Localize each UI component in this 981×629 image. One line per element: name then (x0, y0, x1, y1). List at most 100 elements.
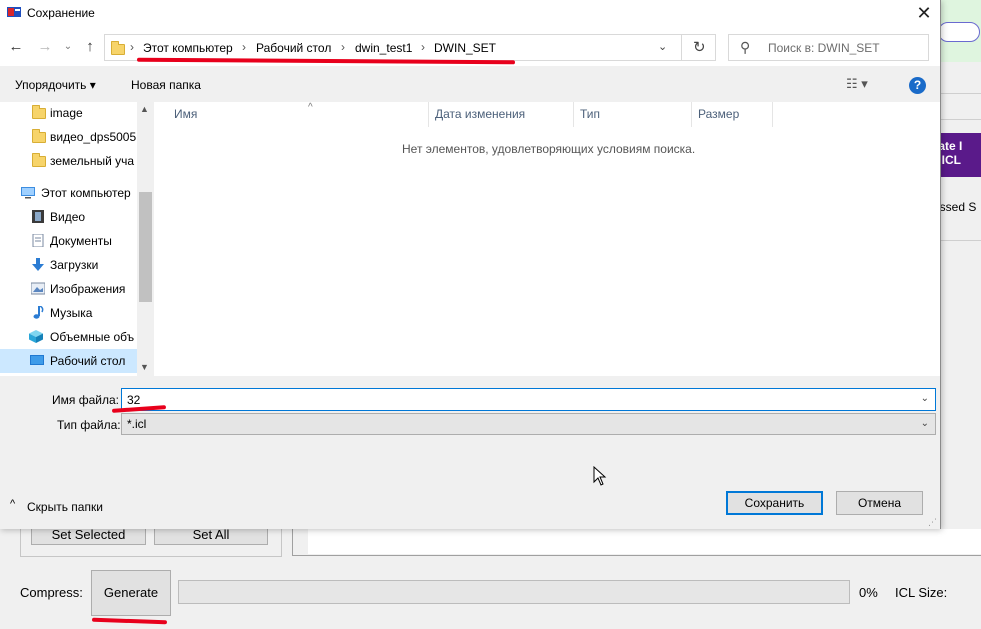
search-icon: ⚲ (740, 39, 751, 55)
filetype-chevron-icon[interactable]: ⌄ (921, 418, 929, 429)
sidebar-item-this-pc[interactable]: Этот компьютер (0, 181, 137, 205)
folder-icon (32, 105, 46, 119)
resize-grip-icon[interactable]: ⋰ (928, 517, 937, 528)
breadcrumb-this-pc[interactable]: Этот компьютер (143, 41, 233, 55)
sidebar-item-pictures[interactable]: Изображения (0, 277, 137, 301)
breadcrumb-dwin-test1[interactable]: dwin_test1 (355, 41, 412, 55)
pictures-icon (31, 282, 45, 295)
back-arrow-icon[interactable]: ← (6, 37, 26, 57)
column-header-size[interactable]: Размер (692, 102, 773, 127)
progress-bar (178, 580, 850, 604)
sidebar-item-label: Документы (50, 234, 112, 248)
computer-icon (21, 187, 35, 199)
save-button[interactable]: Сохранить (726, 491, 823, 515)
sidebar-item-label: Изображения (50, 282, 126, 296)
address-divider (681, 35, 682, 60)
sidebar-item-video-dps5005[interactable]: видео_dps5005 (0, 125, 137, 149)
icl-size-label: ICL Size: (895, 585, 948, 600)
search-input[interactable]: ⚲ Поиск в: DWIN_SET (728, 34, 929, 61)
bg-divider (941, 119, 981, 120)
file-list[interactable]: Имя ^ Дата изменения Тип Размер Нет элем… (154, 102, 940, 376)
sidebar-item-label: Рабочий стол (50, 354, 126, 368)
breadcrumb-separator: › (242, 40, 246, 54)
bg-purple-line2: to ICL (941, 153, 961, 167)
cancel-button[interactable]: Отмена (836, 491, 923, 515)
breadcrumb-separator: › (421, 40, 425, 54)
address-dropdown-chevron-icon[interactable]: ⌄ (658, 40, 667, 53)
sidebar-item-label: Видео (50, 210, 86, 224)
desktop-icon (30, 355, 44, 365)
breadcrumb-desktop[interactable]: Рабочий стол (256, 41, 331, 55)
bg-divider (941, 93, 981, 94)
sidebar-item-image[interactable]: image (0, 102, 137, 125)
sidebar-item-desktop[interactable]: Рабочий стол (0, 349, 137, 373)
sidebar-item-label: видео_dps5005 (50, 130, 137, 144)
filename-input[interactable] (127, 391, 907, 408)
sidebar-item-label: Музыка (50, 306, 93, 320)
column-header-type[interactable]: Тип (574, 102, 692, 127)
sidebar-item-label: Этот компьютер (41, 186, 131, 200)
filetype-select[interactable]: *.icl ⌄ (121, 413, 936, 435)
breadcrumb-separator: › (341, 40, 345, 54)
folder-icon (111, 41, 125, 55)
navigation-pane-scrollbar[interactable]: ▲ ▼ (137, 102, 154, 376)
compress-label: Compress: (20, 585, 83, 600)
scroll-up-arrow-icon[interactable]: ▲ (140, 104, 149, 114)
organize-menu-button[interactable]: Упорядочить ▾ (15, 78, 96, 92)
sidebar-item-documents[interactable]: Документы (0, 229, 137, 253)
folder-icon (32, 153, 46, 167)
column-header-name[interactable]: Имя ^ (168, 102, 429, 127)
recent-locations-chevron-icon[interactable]: ⌄ (62, 37, 74, 57)
bg-purple-line1: erate I (941, 139, 963, 153)
new-folder-button[interactable]: Новая папка (131, 78, 201, 92)
filename-history-chevron-icon[interactable]: ⌄ (921, 393, 929, 404)
hide-folders-button[interactable]: Скрыть папки (27, 500, 103, 514)
breadcrumb-separator: › (130, 40, 134, 54)
bg-generate-icl-button[interactable]: erate I to ICL (941, 133, 981, 177)
sidebar-item-video[interactable]: Видео (0, 205, 137, 229)
breadcrumb-dwin-set[interactable]: DWIN_SET (434, 41, 496, 55)
column-header-date-modified[interactable]: Дата изменения (429, 102, 574, 127)
navigation-pane: image видео_dps5005 земельный уча Этот к… (0, 102, 154, 376)
app-icon (7, 7, 21, 17)
search-placeholder: Поиск в: DWIN_SET (768, 41, 880, 55)
hide-folders-chevron-icon[interactable]: ^ (10, 498, 15, 510)
scroll-down-arrow-icon[interactable]: ▼ (140, 362, 149, 372)
refresh-icon[interactable]: ↻ (693, 38, 706, 56)
filename-field[interactable]: ⌄ (121, 388, 936, 411)
forward-arrow-icon[interactable]: → (35, 37, 55, 57)
up-arrow-icon[interactable]: ↑ (80, 37, 100, 57)
sidebar-item-3d-objects[interactable]: Объемные объ (0, 325, 137, 349)
mouse-cursor-icon (593, 466, 607, 486)
bg-divider (941, 240, 981, 241)
sidebar-item-label: Объемные объ (50, 330, 135, 344)
bg-compressed-text: ressed S (941, 200, 977, 214)
sidebar-item-label: Загрузки (50, 258, 99, 272)
filetype-value: *.icl (127, 417, 147, 431)
empty-folder-message: Нет элементов, удовлетворяющих условиям … (402, 142, 696, 156)
sidebar-item-label: image (50, 106, 83, 120)
sidebar-item-music[interactable]: Музыка (0, 301, 137, 325)
downloads-icon (32, 258, 44, 271)
bg-toggle-pill[interactable] (938, 22, 980, 42)
generate-icl-button[interactable]: Generate ICL (91, 570, 171, 616)
video-icon (32, 210, 44, 223)
3d-objects-icon (29, 330, 43, 343)
music-icon (33, 306, 44, 319)
title-bar: Сохранение ✕ (0, 0, 940, 28)
save-dialog: Сохранение ✕ ← → ⌄ ↑ › Этот компьютер › … (0, 0, 941, 529)
dialog-title: Сохранение (27, 6, 95, 20)
address-bar[interactable]: › Этот компьютер › Рабочий стол › dwin_t… (104, 34, 716, 61)
bg-panel (308, 529, 981, 554)
sort-ascending-icon: ^ (308, 102, 313, 113)
help-icon[interactable]: ? (909, 77, 926, 94)
scrollbar-thumb[interactable] (139, 192, 152, 302)
sidebar-item-land-plot[interactable]: земельный уча (0, 149, 137, 173)
command-toolbar: Упорядочить ▾ Новая папка ☷ ▾ ? (0, 66, 940, 102)
close-button[interactable]: ✕ (908, 0, 940, 26)
sidebar-item-downloads[interactable]: Загрузки (0, 253, 137, 277)
filename-label: Имя файла: (52, 393, 119, 407)
documents-icon (32, 234, 44, 247)
view-options-icon[interactable]: ☷ ▾ (846, 76, 868, 92)
progress-percent: 0% (859, 585, 878, 600)
